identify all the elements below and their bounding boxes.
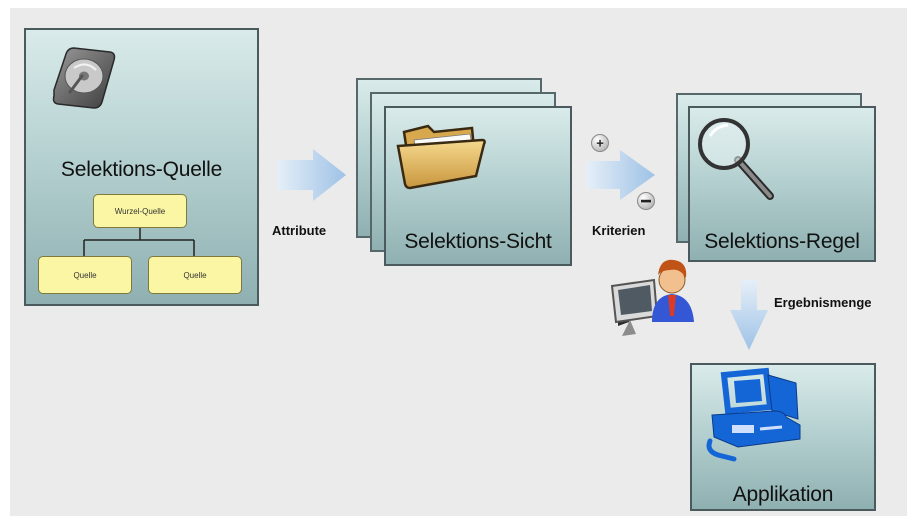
attribute-arrow (277, 149, 346, 201)
minus-badge-icon (637, 192, 655, 210)
flow-arrows: + (277, 134, 768, 350)
attribute-label: Attribute (272, 223, 327, 238)
user-at-computer-icon (610, 259, 694, 336)
svg-text:+: + (596, 136, 604, 151)
criteria-label: Kriterien (592, 223, 646, 238)
result-label: Ergebnismenge (774, 295, 872, 310)
plus-badge-icon: + (591, 134, 609, 152)
result-arrow (730, 280, 768, 350)
